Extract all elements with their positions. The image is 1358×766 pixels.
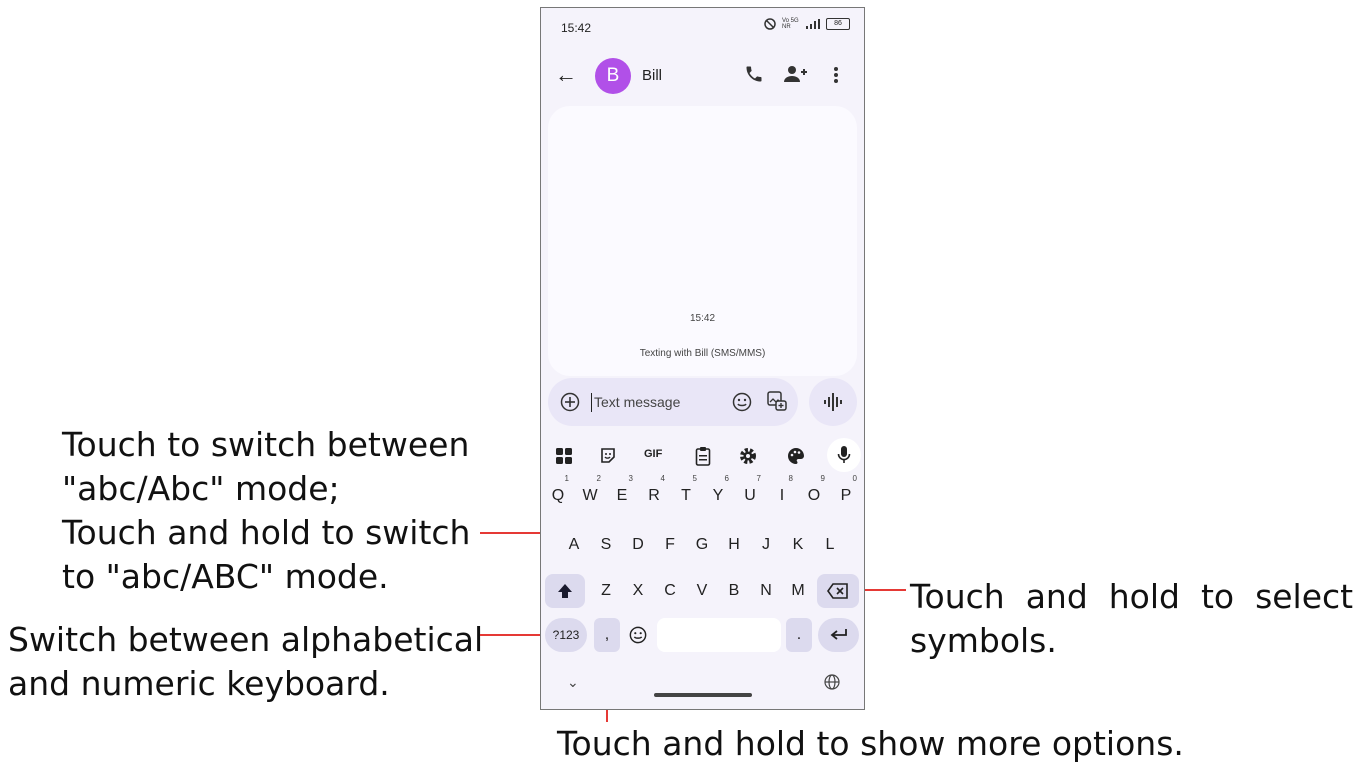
phone-screen: 15:42 Vo 5G NR 86 ← B Bill 15:42 Texting…: [540, 7, 865, 710]
voice-message-button[interactable]: [809, 378, 857, 426]
backspace-icon: [827, 583, 848, 599]
sticker-icon[interactable]: [599, 447, 617, 465]
key-hint: 1: [564, 474, 569, 483]
key-hint: 6: [724, 474, 729, 483]
clipboard-icon[interactable]: [695, 446, 711, 466]
compose-bar: Text message: [548, 378, 798, 426]
key-b[interactable]: B: [720, 574, 748, 608]
shift-key[interactable]: [545, 574, 585, 608]
battery-icon: 86: [826, 18, 850, 30]
key-c[interactable]: C: [656, 574, 684, 608]
key-n[interactable]: N: [752, 574, 780, 608]
chevron-down-icon[interactable]: ⌄: [567, 674, 579, 691]
back-arrow-icon[interactable]: ←: [555, 62, 577, 88]
status-bar: 15:42 Vo 5G NR 86: [541, 8, 864, 48]
phone-call-icon[interactable]: [744, 64, 764, 84]
mic-icon: [837, 446, 851, 463]
key-r[interactable]: R4: [640, 474, 668, 513]
key-p[interactable]: P0: [832, 474, 860, 513]
key-t[interactable]: T5: [672, 474, 700, 513]
callout-symbols-line1: Touch and hold to select: [910, 577, 1354, 616]
keyboard-toolbar: GIF: [541, 438, 864, 472]
key-hint: 3: [628, 474, 633, 483]
key-k[interactable]: K: [784, 528, 812, 562]
emoji-key[interactable]: [624, 618, 652, 652]
key-o[interactable]: O9: [800, 474, 828, 513]
waveform-icon: [824, 393, 842, 411]
key-z[interactable]: Z: [592, 574, 620, 608]
callout-shift-line1: Touch to switch between: [62, 425, 470, 464]
apps-grid-icon[interactable]: [556, 448, 572, 464]
status-time: 15:42: [561, 21, 592, 35]
enter-arrow-icon: [830, 629, 847, 640]
key-y[interactable]: Y6: [704, 474, 732, 513]
callout-line-numeric: [480, 634, 544, 636]
network-label: Vo 5G NR: [782, 18, 799, 30]
period-key[interactable]: .: [786, 618, 812, 652]
callout-numeric-line1: Switch between alphabetical: [8, 620, 484, 659]
key-a[interactable]: A: [560, 528, 588, 562]
key-j[interactable]: J: [752, 528, 780, 562]
globe-icon[interactable]: [824, 674, 840, 690]
callout-symbols-line2: symbols.: [910, 621, 1057, 660]
key-s[interactable]: S: [592, 528, 620, 562]
key-f[interactable]: F: [656, 528, 684, 562]
message-input[interactable]: Text message: [594, 394, 680, 410]
key-h[interactable]: H: [720, 528, 748, 562]
avatar[interactable]: B: [595, 58, 631, 94]
callout-numeric-line2: and numeric keyboard.: [8, 664, 390, 703]
message-timestamp: 15:42: [689, 313, 716, 324]
app-bar: ← B Bill: [541, 56, 864, 96]
home-gesture-bar[interactable]: [654, 693, 752, 697]
emoji-key-icon: [629, 626, 647, 644]
signal-icon: [806, 19, 820, 29]
key-hint: 9: [820, 474, 825, 483]
callout-shift-line4: to "abc/ABC" mode.: [62, 557, 389, 596]
key-m[interactable]: M: [784, 574, 812, 608]
callout-shift-line2: "abc/Abc" mode;: [62, 469, 340, 508]
shift-arrow-icon: [558, 584, 572, 598]
key-hint: 4: [660, 474, 665, 483]
navigation-bar: ⌄: [541, 658, 864, 708]
comma-key[interactable]: ,: [594, 618, 620, 652]
conversation-info: Texting with Bill (SMS/MMS): [639, 348, 766, 359]
key-i[interactable]: I8: [768, 474, 796, 513]
conversation-area: [548, 106, 857, 376]
key-q[interactable]: Q1: [544, 474, 572, 513]
key-d[interactable]: D: [624, 528, 652, 562]
text-cursor: [591, 393, 592, 412]
key-x[interactable]: X: [624, 574, 652, 608]
voice-input-button[interactable]: [827, 438, 861, 472]
add-person-icon[interactable]: [784, 64, 808, 84]
status-icons: Vo 5G NR 86: [764, 18, 850, 30]
numeric-switch-key[interactable]: ?123: [545, 618, 587, 652]
callout-shift-line3: Touch and hold to switch: [62, 513, 471, 552]
key-g[interactable]: G: [688, 528, 716, 562]
key-hint: 2: [596, 474, 601, 483]
more-vert-icon[interactable]: [833, 66, 839, 84]
key-e[interactable]: E3: [608, 474, 636, 513]
emoji-icon[interactable]: [732, 392, 752, 412]
key-hint: 5: [692, 474, 697, 483]
dnd-icon: [764, 18, 776, 30]
key-l[interactable]: L: [816, 528, 844, 562]
gallery-icon[interactable]: [766, 390, 788, 412]
enter-key[interactable]: [818, 618, 859, 652]
key-hint: 0: [852, 474, 857, 483]
key-w[interactable]: W2: [576, 474, 604, 513]
callout-options: Touch and hold to show more options.: [557, 724, 1184, 763]
settings-gear-icon[interactable]: [739, 447, 757, 465]
space-key[interactable]: [657, 618, 781, 652]
key-v[interactable]: V: [688, 574, 716, 608]
gif-button[interactable]: GIF: [644, 448, 662, 460]
key-hint: 8: [788, 474, 793, 483]
battery-level: 86: [834, 20, 842, 27]
contact-name[interactable]: Bill: [642, 67, 662, 84]
key-hint: 7: [756, 474, 761, 483]
add-attachment-icon[interactable]: [560, 392, 580, 412]
palette-icon[interactable]: [787, 447, 805, 465]
backspace-key[interactable]: [817, 574, 859, 608]
key-u[interactable]: U7: [736, 474, 764, 513]
